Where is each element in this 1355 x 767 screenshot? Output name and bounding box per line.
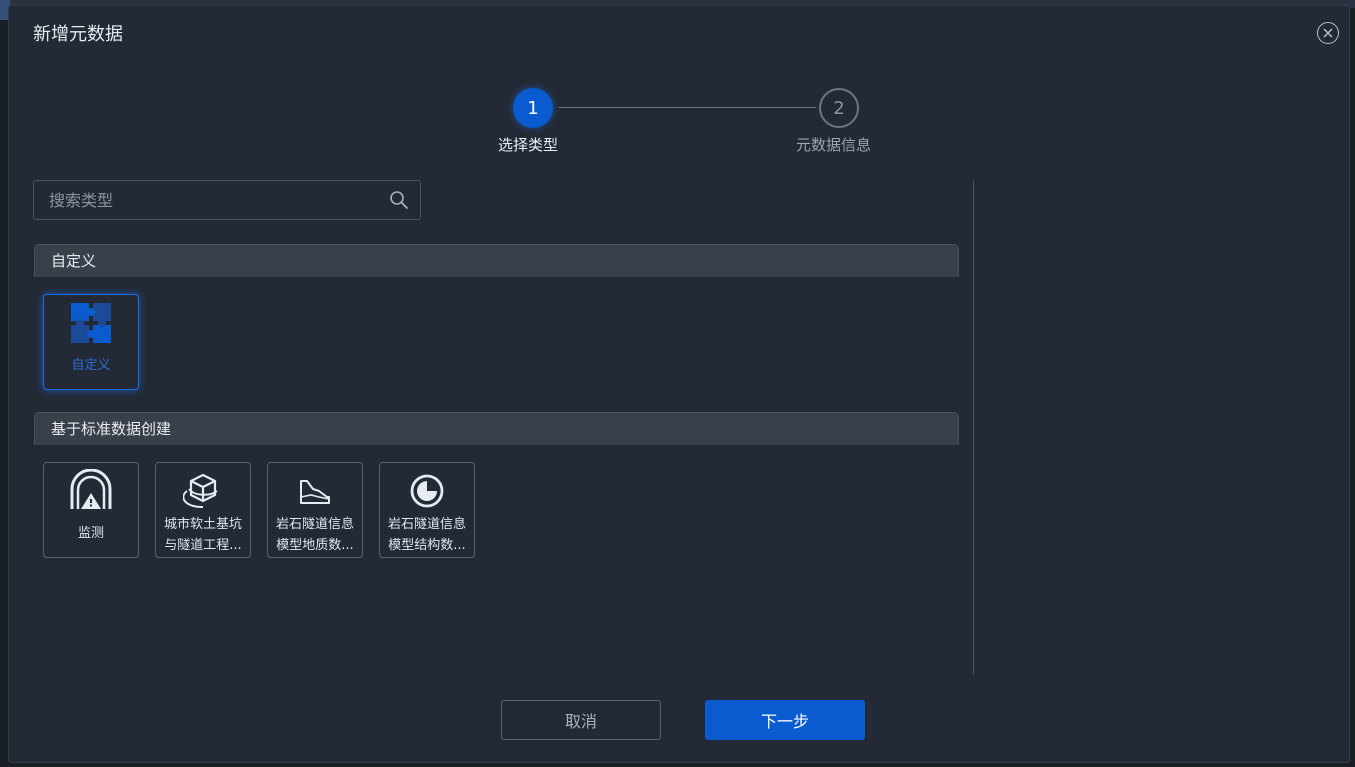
tunnel-icon [70,469,112,509]
dialog-title: 新增元数据 [33,24,123,45]
section-title: 自定义 [51,252,97,270]
close-button[interactable] [1317,22,1339,44]
next-step-button[interactable]: 下一步 [705,700,865,740]
terrain-icon [300,480,330,504]
type-card-label: 岩石隧道信息 模型结构数... [387,517,466,553]
step-2-circle: 2 [819,88,859,128]
type-card-rock-tunnel-structure[interactable]: 岩石隧道信息 模型结构数... [379,462,475,558]
type-card-monitoring[interactable]: 监测 [43,462,139,558]
type-card-label: 监测 [77,526,104,541]
type-card-label: 城市软土基坑 与隧道工程... [163,517,242,553]
search-icon[interactable] [389,190,409,210]
puzzle-icon [71,303,111,343]
cancel-button[interactable]: 取消 [501,700,661,740]
type-card-label: 岩石隧道信息 模型地质数... [275,517,354,553]
step-2-label: 元数据信息 [796,136,872,154]
type-card-label: 自定义 [71,358,111,373]
type-card-custom[interactable]: 自定义 [43,294,139,390]
new-metadata-dialog: 新增元数据 1 2 选择类型 元数据信息 自定义 [8,5,1350,763]
section-header-standard: 基于标准数据创建 [34,412,959,445]
type-card-rock-tunnel-geology[interactable]: 岩石隧道信息 模型地质数... [267,462,363,558]
type-card-soft-soil-pit[interactable]: 城市软土基坑 与隧道工程... [155,462,251,558]
section-title: 基于标准数据创建 [51,420,172,438]
step-1-label: 选择类型 [498,136,559,154]
search-box [33,180,421,220]
panel-divider [973,180,974,675]
search-input[interactable] [34,181,389,219]
step-connector [559,107,816,108]
close-icon [1323,28,1333,38]
step-1-circle: 1 [513,88,553,128]
cube-icon [183,473,218,509]
pie-icon [410,474,444,508]
section-header-custom: 自定义 [34,244,959,277]
